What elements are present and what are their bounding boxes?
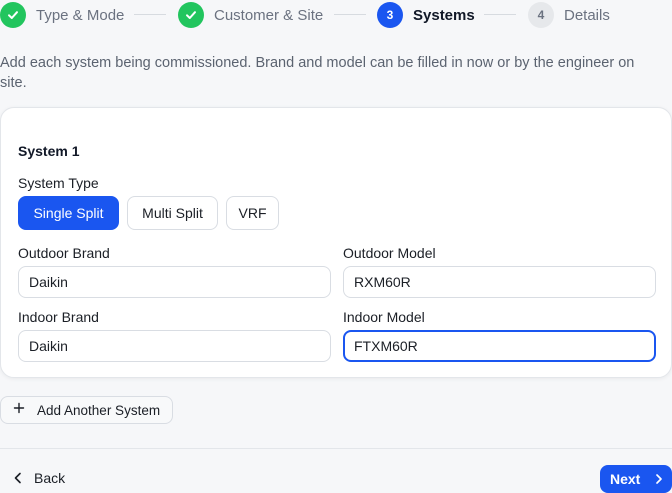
next-label: Next xyxy=(610,471,641,487)
plus-icon xyxy=(13,402,27,418)
step-connector xyxy=(134,14,166,15)
add-another-system-label: Add Another System xyxy=(37,402,161,418)
back-label: Back xyxy=(34,470,66,486)
system-type-vrf-button[interactable]: VRF xyxy=(226,196,279,230)
footer-divider xyxy=(0,448,672,449)
indoor-model-input[interactable] xyxy=(343,330,656,362)
step-1-check-icon xyxy=(0,2,26,28)
step-2-check-icon xyxy=(178,2,204,28)
chevron-right-icon xyxy=(656,474,663,484)
system-title: System 1 xyxy=(18,143,80,159)
step-connector xyxy=(484,14,516,15)
outdoor-brand-input[interactable] xyxy=(18,266,331,298)
step-details[interactable]: 4 Details xyxy=(528,2,610,28)
intro-text: Add each system being commissioned. Bran… xyxy=(0,55,635,91)
indoor-brand-input[interactable] xyxy=(18,330,331,362)
step-3-label: Systems xyxy=(413,6,475,24)
indoor-model-label: Indoor Model xyxy=(343,309,425,325)
step-1-label: Type & Mode xyxy=(36,6,125,24)
stepper: Type & Mode Customer & Site 3 Systems 4 … xyxy=(0,0,672,30)
step-4-number: 4 xyxy=(528,2,554,28)
indoor-brand-label: Indoor Brand xyxy=(18,309,99,325)
outdoor-model-label: Outdoor Model xyxy=(343,245,436,261)
step-4-label: Details xyxy=(564,6,610,24)
outdoor-brand-label: Outdoor Brand xyxy=(18,245,110,261)
step-3-number: 3 xyxy=(377,2,403,28)
system-type-single-split-button[interactable]: Single Split xyxy=(18,196,119,230)
step-customer-site[interactable]: Customer & Site xyxy=(178,2,323,28)
chevron-left-icon xyxy=(14,472,21,484)
add-another-system-button[interactable]: Add Another System xyxy=(0,396,173,424)
back-button[interactable]: Back xyxy=(10,466,65,490)
system-type-label: System Type xyxy=(18,175,99,191)
next-button[interactable]: Next xyxy=(600,465,672,493)
step-type-mode[interactable]: Type & Mode xyxy=(0,2,124,28)
step-systems[interactable]: 3 Systems xyxy=(377,2,475,28)
system-card: System 1 System Type Single Split Multi … xyxy=(0,107,672,378)
step-connector xyxy=(334,14,366,15)
step-2-label: Customer & Site xyxy=(214,6,324,24)
system-type-multi-split-button[interactable]: Multi Split xyxy=(127,196,218,230)
outdoor-model-input[interactable] xyxy=(343,266,656,298)
